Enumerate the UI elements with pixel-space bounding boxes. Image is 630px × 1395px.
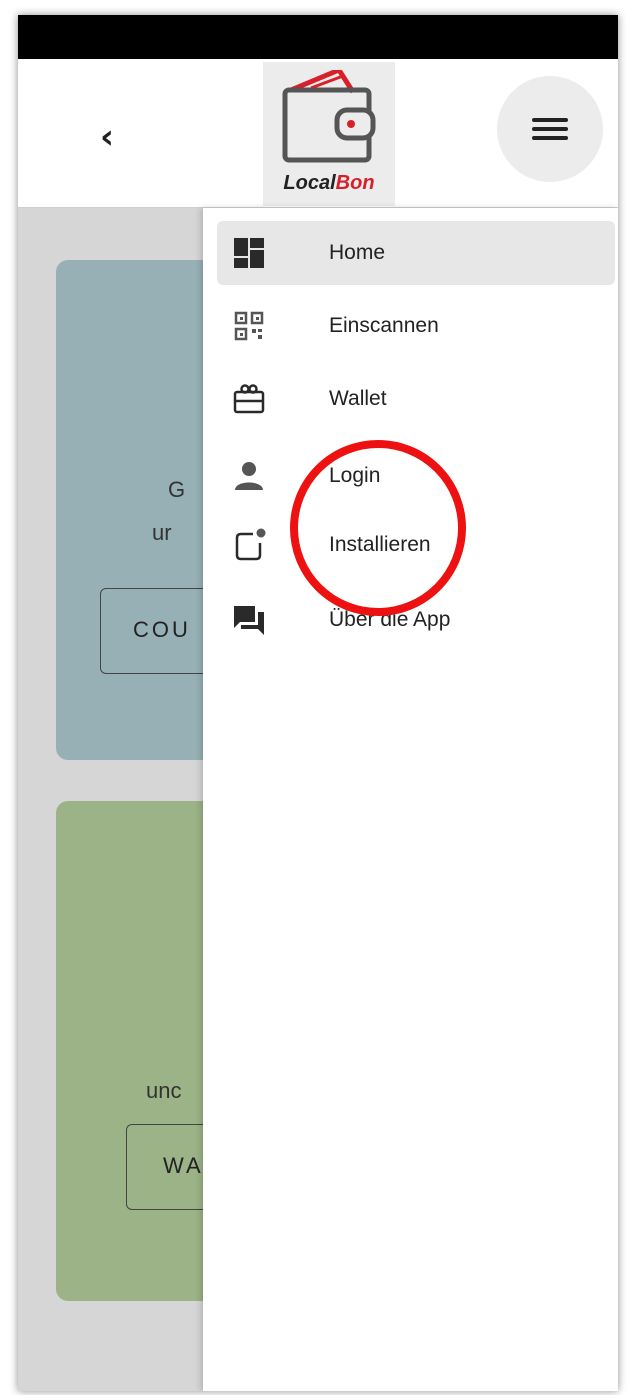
hamburger-menu-button[interactable] — [497, 76, 603, 182]
drawer-item-label: Einscannen — [329, 314, 439, 337]
person-icon — [235, 462, 263, 490]
drawer-item-label: Über die App — [329, 608, 451, 631]
dashboard-icon — [234, 238, 264, 268]
install-app-icon — [235, 528, 266, 561]
menu-line — [532, 127, 568, 131]
wallet-logo-icon — [282, 70, 376, 163]
navigation-drawer: Home Einscannen Wallet Login Installiere… — [203, 208, 618, 1391]
drawer-item-label: Home — [329, 241, 386, 264]
menu-line — [532, 118, 568, 122]
drawer-item-home[interactable]: Home — [217, 221, 615, 285]
drawer-item-installieren[interactable]: Installieren — [217, 513, 615, 577]
drawer-item-wallet[interactable]: Wallet — [217, 367, 615, 431]
logo-wordmark: LocalBon — [283, 172, 375, 194]
drawer-item-label: Wallet — [329, 387, 387, 410]
menu-line — [532, 136, 568, 140]
app-bar: ‹ LocalBon — [18, 59, 618, 208]
drawer-item-login[interactable]: Login — [217, 444, 615, 508]
status-bar — [18, 15, 618, 59]
back-button[interactable]: ‹ — [92, 117, 122, 157]
localbon-logo[interactable]: LocalBon — [263, 62, 395, 206]
chat-icon — [234, 606, 264, 635]
drawer-item-einscannen[interactable]: Einscannen — [217, 294, 615, 358]
card-text: ur — [152, 520, 172, 545]
card-text: unc — [146, 1078, 182, 1103]
card-text: G — [168, 477, 186, 502]
gift-card-icon — [233, 384, 265, 414]
drawer-item-ueber-die-app[interactable]: Über die App — [217, 588, 615, 652]
drawer-item-label: Login — [329, 464, 381, 487]
qr-code-icon — [234, 311, 264, 341]
phone-screen: ‹ LocalBon G ur COU unc WA Home Einscann… — [18, 15, 618, 1391]
drawer-item-label: Installieren — [329, 533, 431, 556]
